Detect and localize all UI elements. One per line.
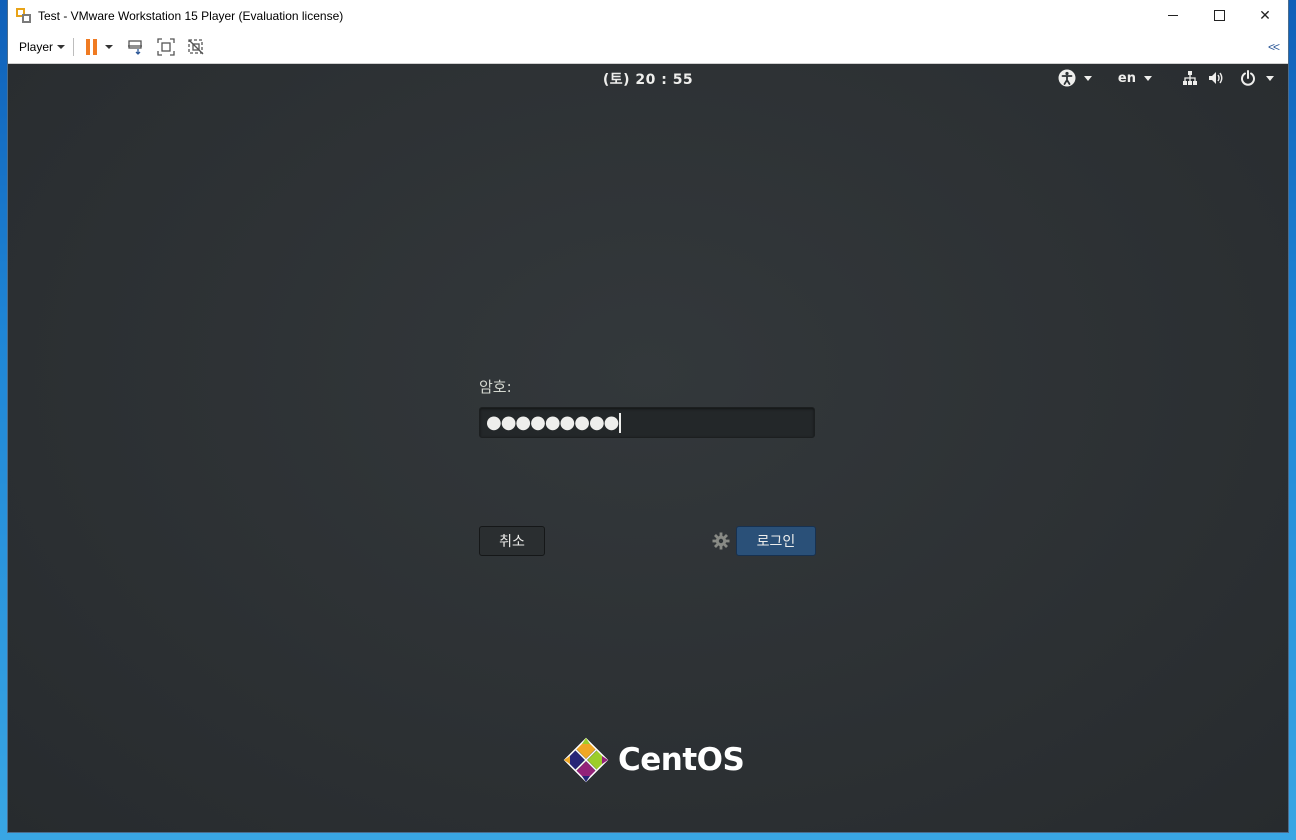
chevron-down-icon [57, 45, 66, 49]
player-toolbar: Player << [8, 31, 1288, 64]
vmware-app-icon [16, 7, 32, 24]
system-menu[interactable] [1182, 70, 1274, 86]
maximize-button[interactable] [1196, 0, 1242, 31]
collapse-toolbar-button[interactable]: << [1268, 40, 1280, 54]
maximize-icon [1213, 10, 1225, 21]
gear-icon [712, 532, 730, 550]
pause-dropdown-icon[interactable] [105, 45, 114, 49]
fullscreen-icon[interactable] [157, 38, 175, 56]
accessibility-icon [1058, 69, 1076, 87]
chevron-down-icon [1266, 75, 1274, 81]
password-input[interactable]: ●●●●●●●●● [479, 407, 815, 438]
minimize-button[interactable] [1150, 0, 1196, 31]
close-button[interactable]: ✕ [1242, 0, 1288, 31]
centos-emblem-icon [563, 737, 609, 783]
unity-icon[interactable] [187, 38, 205, 56]
volume-icon [1209, 72, 1223, 84]
player-menu-button[interactable]: Player [19, 40, 66, 54]
cancel-button[interactable]: 취소 [479, 526, 545, 556]
chevron-down-icon [1083, 75, 1092, 81]
vmware-player-window: Test - VMware Workstation 15 Player (Eva… [8, 0, 1288, 832]
session-settings-button[interactable] [712, 532, 730, 550]
accessibility-menu[interactable] [1058, 69, 1092, 87]
toolbar-divider [73, 38, 75, 56]
centos-logo: CentOS [562, 736, 745, 784]
power-icon [1241, 70, 1255, 86]
login-button[interactable]: 로그인 [736, 526, 816, 556]
title-bar: Test - VMware Workstation 15 Player (Eva… [8, 0, 1288, 31]
gnome-top-bar: (토) 20 : 55 en [8, 64, 1288, 92]
window-title: Test - VMware Workstation 15 Player (Eva… [38, 8, 344, 23]
pause-icon[interactable] [86, 39, 98, 55]
language-menu[interactable]: en [1118, 71, 1152, 86]
send-ctrl-alt-del-icon[interactable] [127, 38, 145, 56]
login-panel: 암호: ●●●●●●●●● [479, 376, 817, 438]
password-label: 암호: [479, 378, 512, 396]
language-label: en [1117, 70, 1136, 86]
chevron-down-icon [1144, 75, 1152, 81]
status-area: en [1058, 68, 1274, 88]
network-icon [1183, 71, 1197, 85]
text-cursor [619, 412, 622, 433]
minimize-icon [1168, 15, 1178, 16]
password-value: ●●●●●●●●● [486, 412, 619, 433]
guest-screen: (토) 20 : 55 en 암호: ●●●●●●●●● 취소 로그인 Cent… [8, 64, 1288, 832]
player-menu-label: Player [19, 40, 54, 54]
logo-text: CentOS [618, 742, 745, 778]
